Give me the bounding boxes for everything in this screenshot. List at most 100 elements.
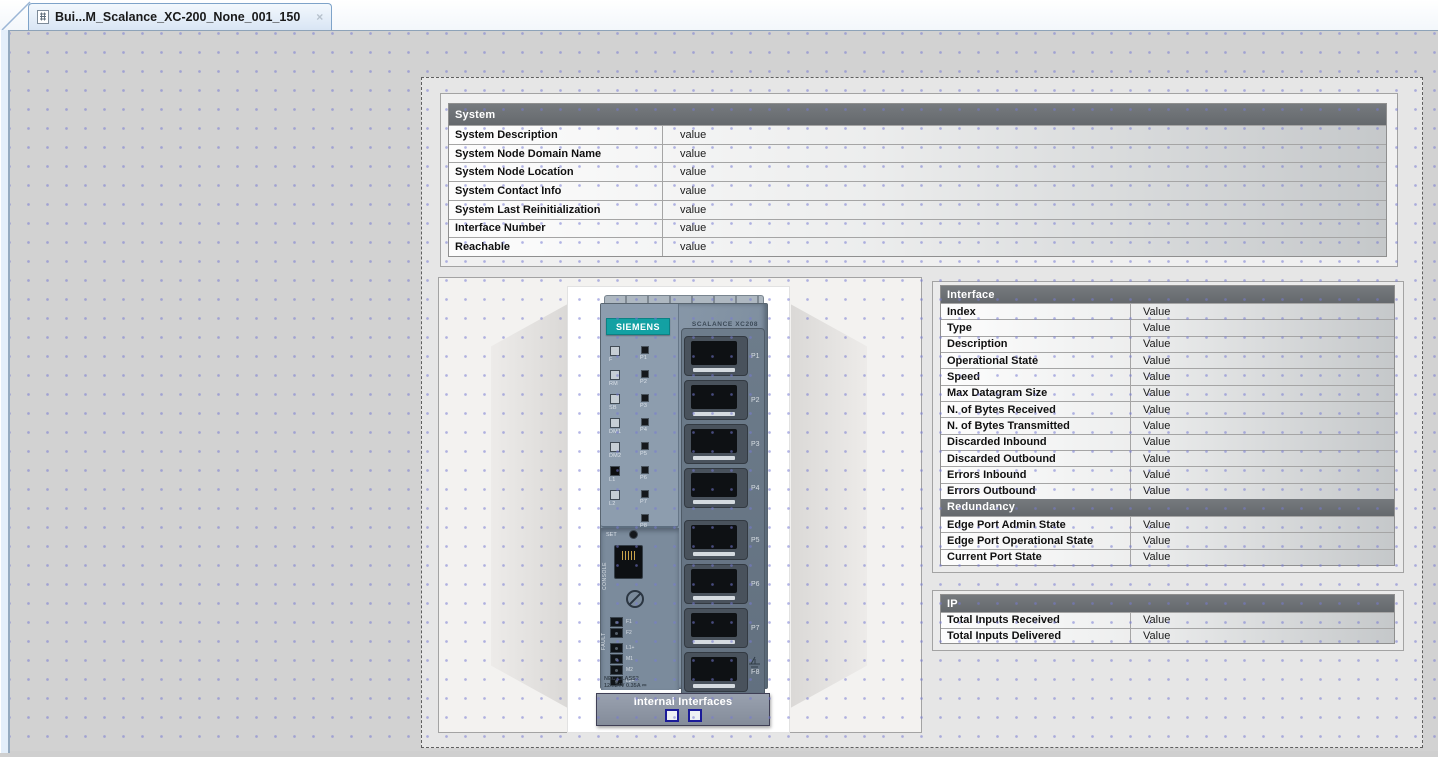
row-value: value [663, 238, 1386, 256]
terminal-label: F1 [626, 619, 632, 625]
row-value: value [663, 201, 1386, 219]
rj45-port-p7 [684, 608, 748, 648]
row-label-interface-number: Interface Number [449, 220, 663, 238]
table-header-redundancy: Redundancy [941, 499, 1394, 516]
port-led-column: P1P2P3P4P5P6P7P8 [639, 346, 663, 538]
row-label-system-contact-info: System Contact Info [449, 182, 663, 200]
device-photo: SIEMENS FRMSBDM1DM2L1L2 P1P2P3P4P5P6P7P8… [567, 286, 790, 733]
row-value: Value [1131, 533, 1394, 548]
photo-left-shading [491, 296, 567, 716]
internal-interface-button-2[interactable] [688, 709, 702, 722]
row-value: Value [1131, 304, 1394, 319]
table-row: DescriptionValue [941, 336, 1394, 352]
device-led-module: SIEMENS FRMSBDM1DM2L1L2 P1P2P3P4P5P6P7P8 [601, 304, 679, 528]
device-lower-panel: SET CONSOLE FAULT F1F2L1+M1M2L2+ NEC CLA… [601, 528, 679, 690]
document-icon [37, 10, 49, 24]
port-label: P5 [751, 537, 760, 544]
table-row: Edge Port Operational StateValue [941, 532, 1394, 548]
led-lamp [610, 346, 620, 356]
terminal-label: F2 [626, 630, 632, 636]
terminal-pin [610, 665, 623, 675]
rj45-port-p5 [684, 520, 748, 560]
terminal-m1: M1 [610, 653, 634, 664]
led-p3: P3 [639, 394, 663, 418]
table-row: System Last Reinitializationvalue [449, 200, 1386, 219]
led-p5: P5 [639, 442, 663, 466]
row-value: Value [1131, 337, 1394, 352]
device-body: SIEMENS FRMSBDM1DM2L1L2 P1P2P3P4P5P6P7P8… [600, 303, 768, 689]
port-label: P3 [751, 441, 760, 448]
led-label: L2 [609, 501, 616, 507]
row-label-reachable: Reachable [449, 238, 663, 256]
led-label: SB [609, 405, 617, 411]
led-label: P7 [640, 499, 647, 505]
system-table: SystemSystem DescriptionvalueSystem Node… [448, 103, 1387, 257]
row-label-edge-port-operational-state: Edge Port Operational State [941, 533, 1131, 548]
led-label: P2 [640, 379, 647, 385]
rj45-port-p2 [684, 380, 748, 420]
led-dm2: DM2 [608, 442, 632, 466]
led-dm1: DM1 [608, 418, 632, 442]
row-value: Value [1131, 353, 1394, 368]
status-led-column: FRMSBDM1DM2L1L2 [608, 346, 632, 514]
rj45-port-p3 [684, 424, 748, 464]
row-label-description: Description [941, 337, 1131, 352]
row-label-errors-inbound: Errors Inbound [941, 467, 1131, 482]
terminal-m2: M2 [610, 664, 634, 675]
table-row: Reachablevalue [449, 237, 1386, 256]
table-row: Total Inputs ReceivedValue [941, 612, 1394, 628]
row-value: Value [1131, 369, 1394, 384]
document-tab[interactable]: Bui...M_Scalance_XC-200_None_001_150 × [28, 3, 332, 30]
rj45-port-p6 [684, 564, 748, 604]
table-row: System Node Locationvalue [449, 162, 1386, 181]
table-row: TypeValue [941, 319, 1394, 335]
internal-interfaces-bar: Internal Interfaces [596, 693, 770, 726]
terminal-pin [610, 643, 623, 653]
row-label-total-inputs-received: Total Inputs Received [941, 613, 1131, 628]
console-port [614, 545, 643, 579]
rj45-port-row: P6 [684, 562, 760, 606]
row-value: value [663, 220, 1386, 238]
led-p4: P4 [639, 418, 663, 442]
row-label-current-port-state: Current Port State [941, 550, 1131, 565]
tab-title: Bui...M_Scalance_XC-200_None_001_150 [55, 10, 300, 24]
terminal-pin [610, 654, 623, 664]
rj45-port-p8 [684, 652, 748, 692]
led-rm: RM [608, 370, 632, 394]
port-label: P6 [751, 581, 760, 588]
terminal-label: L1+ [626, 645, 634, 651]
led-p2: P2 [639, 370, 663, 394]
rj45-port-row: P4 [684, 466, 760, 510]
rj45-port-p4 [684, 468, 748, 508]
row-label-n-of-bytes-received: N. of Bytes Received [941, 402, 1131, 417]
row-value: Value [1131, 629, 1394, 644]
rj45-port-p1 [684, 336, 748, 376]
terminal-pin [610, 628, 623, 638]
table-row: SpeedValue [941, 368, 1394, 384]
tab-close-icon[interactable]: × [316, 10, 323, 24]
internal-interfaces-label: Internal Interfaces [597, 696, 769, 708]
terminal-label: M1 [626, 656, 633, 662]
led-lamp [641, 370, 649, 378]
led-lamp [610, 394, 620, 404]
row-label-speed: Speed [941, 369, 1131, 384]
table-row: System Descriptionvalue [449, 125, 1386, 144]
row-value: Value [1131, 418, 1394, 433]
design-canvas[interactable]: SystemSystem DescriptionvalueSystem Node… [10, 30, 1438, 751]
siemens-logo: SIEMENS [606, 318, 670, 335]
internal-interface-button-1[interactable] [665, 709, 679, 722]
row-label-total-inputs-delivered: Total Inputs Delivered [941, 629, 1131, 644]
led-l1: L1 [608, 466, 632, 490]
row-label-index: Index [941, 304, 1131, 319]
terminal-label: M2 [626, 667, 633, 673]
rj45-port-row: P1 [684, 334, 760, 378]
led-label: L1 [609, 477, 616, 483]
led-sb: SB [608, 394, 632, 418]
port-group-1: P1 P2 P3 P4 [684, 334, 760, 510]
rj45-port-row: P2 [684, 378, 760, 422]
terminal-f1: F1 [610, 616, 634, 627]
row-label-errors-outbound: Errors Outbound [941, 484, 1131, 499]
faceplate-selection[interactable]: SystemSystem DescriptionvalueSystem Node… [421, 77, 1423, 748]
led-lamp [641, 442, 649, 450]
port-label: P1 [751, 353, 760, 360]
